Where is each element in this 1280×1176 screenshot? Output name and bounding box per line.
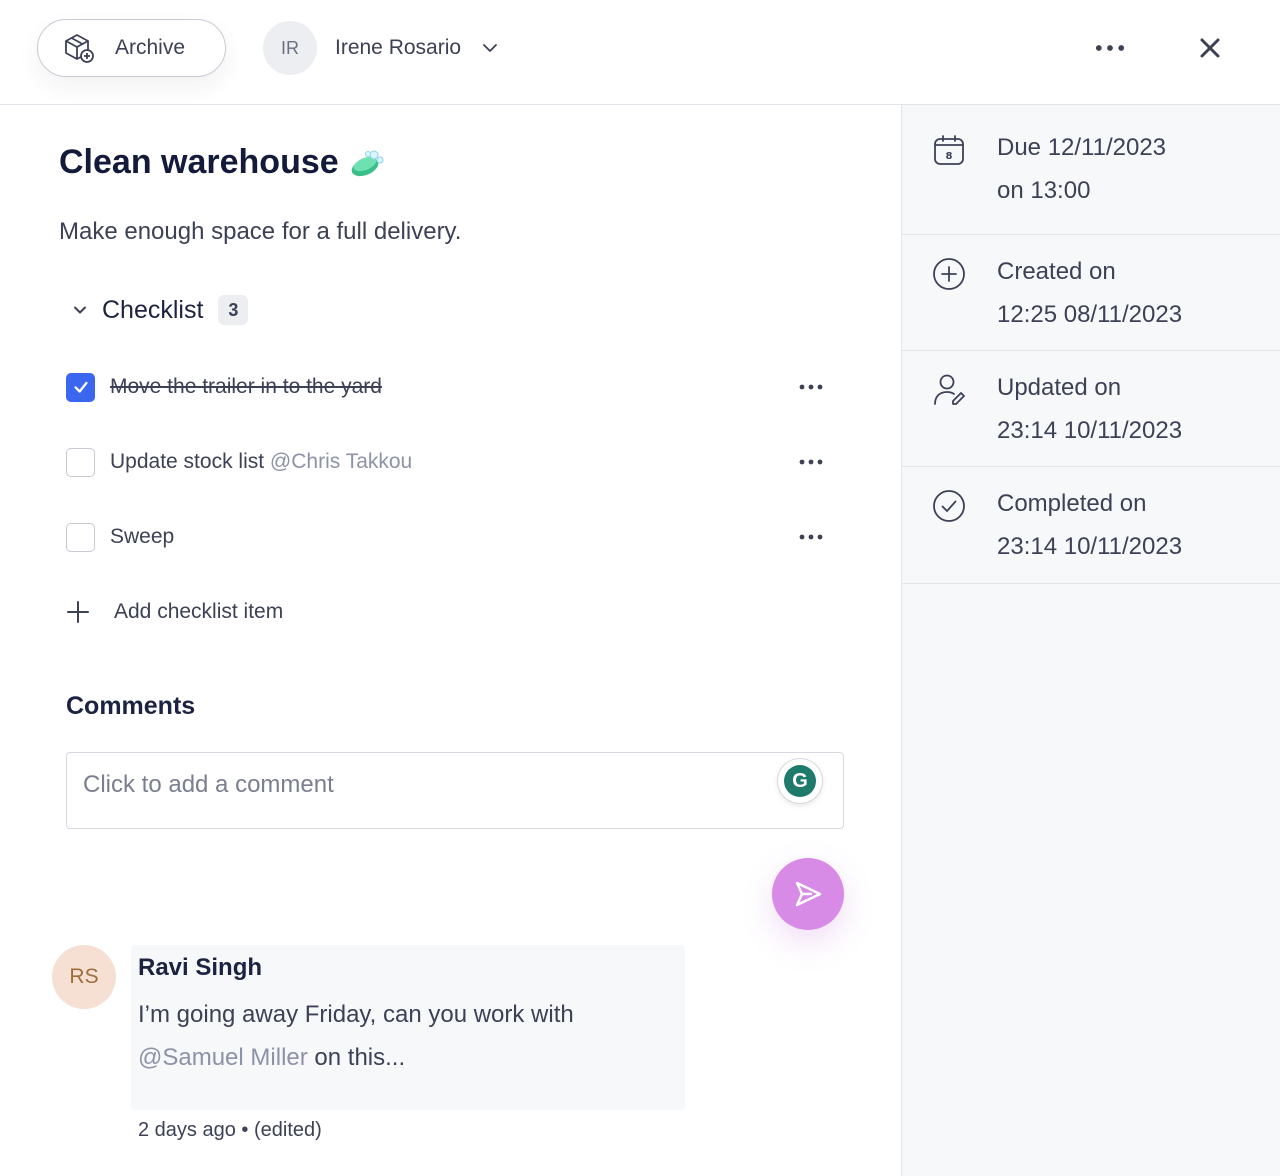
archive-label: Archive [115, 36, 186, 59]
checklist-title: Checklist [102, 295, 204, 324]
checklist-item-text[interactable]: Sweep [110, 525, 796, 549]
completed-label: Completed on [997, 490, 1147, 517]
task-header: Archive IR Irene Rosario [0, 0, 1280, 105]
avatar: RS [52, 945, 116, 1009]
send-comment-button[interactable] [772, 858, 844, 930]
completed-row: Completed on 23:14 10/11/2023 [902, 467, 1280, 584]
calendar-icon: 8 [934, 135, 964, 165]
send-icon [795, 881, 822, 907]
grammarly-button[interactable]: G [778, 759, 822, 803]
updated-text: Updated on 23:14 10/11/2023 [997, 366, 1182, 452]
check-circle-icon [933, 490, 965, 522]
checklist-item-more-button[interactable] [796, 450, 826, 474]
comment-author: Ravi Singh [138, 954, 263, 981]
checklist-checkbox[interactable] [66, 372, 95, 402]
due-date-text: Due 12/11/2023 on 13:00 [997, 126, 1166, 212]
checklist-checkbox[interactable] [66, 447, 95, 477]
checklist-item-more-button[interactable] [796, 375, 826, 399]
checklist-item-text[interactable]: Move the trailer in to the yard [110, 375, 796, 399]
checklist-item: Sweep [66, 517, 826, 557]
created-date: 12:25 08/11/2023 [997, 301, 1183, 328]
soap-icon [351, 150, 384, 176]
comment-box: G [66, 752, 844, 829]
checklist-count-badge: 3 [218, 295, 249, 325]
comment-text-start: I’m going away Friday, can you work with [138, 1001, 574, 1028]
more-horizontal-icon [799, 459, 823, 465]
checklist-item: Move the trailer in to the yard [66, 367, 826, 407]
archive-box-icon [65, 34, 94, 63]
chevron-down-icon [481, 39, 499, 57]
updated-date: 23:14 10/11/2023 [997, 417, 1183, 444]
created-row: Created on 12:25 08/11/2023 [902, 235, 1280, 351]
checklist-checkbox[interactable] [66, 522, 95, 552]
mention-link[interactable]: @Chris Takkou [270, 450, 412, 473]
due-date: Due 12/11/2023 [997, 134, 1167, 161]
comment-text-end: on this... [314, 1044, 406, 1071]
checklist-item-text[interactable]: Update stock list @Chris Takkou [110, 450, 796, 474]
close-button[interactable] [1190, 28, 1230, 68]
updated-row: Updated on 23:14 10/11/2023 [902, 351, 1280, 467]
archive-button[interactable]: Archive [37, 19, 226, 77]
add-checklist-item-label: Add checklist item [114, 600, 284, 623]
mention-link[interactable]: @Samuel Miller [138, 1044, 308, 1071]
assignee-selector[interactable]: IR Irene Rosario [263, 21, 499, 75]
more-horizontal-icon [799, 534, 823, 540]
task-title[interactable]: Clean warehouse [59, 143, 339, 182]
checklist-item-more-button[interactable] [796, 525, 826, 549]
due-time: on 13:00 [997, 177, 1091, 204]
due-date-row[interactable]: 8 Due 12/11/2023 on 13:00 [902, 105, 1280, 235]
calendar-day: 8 [946, 151, 953, 162]
grammarly-icon: G [784, 765, 816, 797]
task-title-row: Clean warehouse [59, 143, 387, 182]
task-details-sidebar: 8 Due 12/11/2023 on 13:00 Created on 12:… [901, 105, 1280, 1176]
add-checklist-item-button[interactable]: Add checklist item [66, 600, 283, 624]
created-text: Created on 12:25 08/11/2023 [997, 250, 1182, 336]
comment-input[interactable] [83, 767, 763, 803]
more-horizontal-icon [799, 384, 823, 390]
comment-bubble: Ravi Singh I’m going away Friday, can yo… [131, 945, 685, 1110]
assignee-name: Irene Rosario [335, 36, 462, 59]
close-icon [1200, 38, 1220, 58]
checklist-item: Update stock list @Chris Takkou [66, 442, 826, 482]
task-main: Clean warehouse Make enough space for a … [0, 105, 901, 1176]
plus-circle-icon [933, 258, 965, 290]
plus-icon [67, 601, 89, 623]
more-options-button[interactable] [1090, 32, 1130, 64]
user-edit-icon [934, 374, 965, 405]
more-horizontal-icon [1095, 45, 1125, 51]
chevron-down-icon [70, 300, 90, 320]
completed-text: Completed on 23:14 10/11/2023 [997, 482, 1182, 568]
checklist-item-label: Update stock list [110, 450, 265, 473]
updated-label: Updated on [997, 374, 1122, 401]
comment-meta: 2 days ago • (edited) [138, 1119, 322, 1141]
check-icon [73, 381, 88, 393]
task-description[interactable]: Make enough space for a full delivery. [59, 218, 461, 246]
avatar: IR [263, 21, 317, 75]
completed-date: 23:14 10/11/2023 [997, 533, 1183, 560]
comment-text: I’m going away Friday, can you work with… [138, 993, 668, 1079]
created-label: Created on [997, 258, 1116, 285]
comments-title: Comments [66, 692, 196, 720]
checklist-toggle[interactable]: Checklist 3 [70, 295, 249, 325]
